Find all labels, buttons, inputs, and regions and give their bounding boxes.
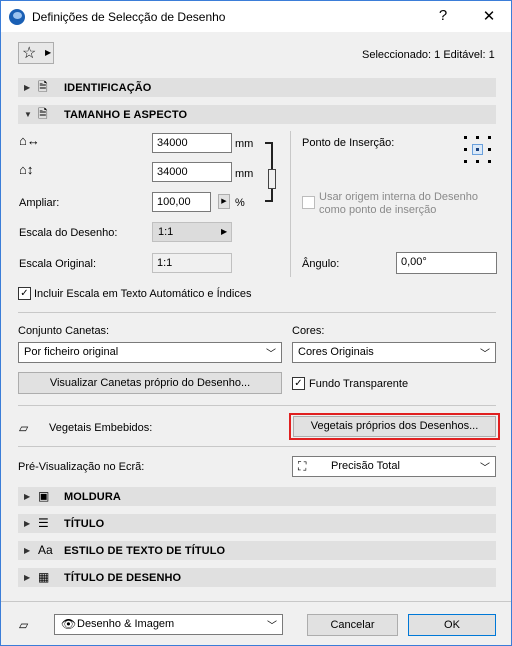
transparent-background-checkbox[interactable]: ✓ [292,377,305,390]
drawing-fills-button[interactable]: Vegetais próprios dos Desenhos... [293,416,496,437]
width-input[interactable]: 34000 [152,133,232,153]
zoom-stepper-arrow[interactable]: ▶ [218,194,230,209]
use-origin-checkbox[interactable] [302,196,315,209]
height-input[interactable]: 34000 [152,162,232,182]
expand-arrow-icon: ▶ [24,546,31,555]
section-drawing-title-label: TÍTULO DE DESENHO [64,572,182,584]
drawing-title-icon: ▦ [38,570,50,584]
chevron-down-icon: ﹀ [266,349,276,360]
zoom-input[interactable]: 100,00 [152,192,211,212]
drawing-scale-value: 1:1 [158,226,174,238]
size-aspect-icon: 🗎 [38,107,48,121]
colors-value: Cores Originais [298,346,374,358]
angle-label: Ângulo: [302,258,340,270]
layer-value: Desenho & Imagem [77,618,175,630]
penset-label: Conjunto Canetas: [18,325,110,337]
section-size-label: TAMANHO E ASPECTO [64,109,188,121]
selection-count: Seleccionado: 1 Editável: 1 [362,49,495,61]
divider [18,446,496,447]
text-style-icon: Aa [38,543,53,557]
screen-preview-label: Pré-Visualização no Ecrã: [18,461,145,473]
vertical-divider [290,131,291,277]
archicad-app-icon [9,9,25,25]
colors-select[interactable]: Cores Originais ﹀ [292,342,496,363]
drawing-scale-label: Escala do Desenho: [19,227,118,239]
width-unit: mm [235,138,254,150]
angle-input[interactable]: 0,00° [396,252,497,274]
section-title[interactable]: ▶ ☰ TÍTULO [18,514,496,533]
section-title-text-style[interactable]: ▶ Aa ESTILO DE TEXTO DE TÍTULO [18,541,496,560]
anchor-point-grid[interactable] [463,135,493,165]
zoom-label: Ampliar: [19,197,60,209]
title-icon: ☰ [38,516,49,530]
layer-icon: ▱ [19,618,29,632]
height-icon: ⌂↕ [19,162,34,177]
use-origin-label: Usar origem interna do Desenho como pont… [319,191,478,216]
cancel-button[interactable]: Cancelar [307,614,398,636]
close-button[interactable]: ✕ [479,7,499,25]
identification-icon: 🗎 [38,80,48,94]
colors-label: Cores: [292,325,325,337]
section-title-style-label: ESTILO DE TEXTO DE TÍTULO [64,545,226,557]
transparent-background-label: Fundo Transparente [309,378,409,390]
eye-icon: 👁 [61,617,77,631]
title-bar: Definições de Selecção de Desenho ? ✕ [1,1,511,32]
drawing-scale-select[interactable]: 1:1 ▶ [152,222,232,242]
chain-link-icon[interactable] [268,169,276,189]
favorites-button[interactable]: ☆ ▶ [18,42,54,64]
embedded-fills-label: Vegetais Embebidos: [49,422,153,434]
divider [18,405,496,406]
original-scale-label: Escala Original: [19,258,97,270]
selected-anchor[interactable] [472,144,483,155]
zoom-unit: % [235,197,245,209]
penset-select[interactable]: Por ficheiro original ﹀ [18,342,282,363]
section-identification-label: IDENTIFICAÇÃO [64,82,152,94]
chevron-down-icon: ﹀ [267,621,277,632]
chevron-down-icon: ﹀ [480,349,490,360]
include-scale-checkbox[interactable]: ✓ [18,287,31,300]
expand-arrow-icon: ▶ [24,492,31,501]
section-frame[interactable]: ▶ ▣ MOLDURA [18,487,496,506]
screen-preview-select[interactable]: ⛶ Precisão Total ﹀ [292,456,496,477]
section-size-aspect[interactable]: ▼ 🗎 TAMANHO E ASPECTO [18,105,496,124]
dialog-window: Definições de Selecção de Desenho ? ✕ ☆ … [0,0,512,646]
chevron-right-icon: ▶ [45,48,52,57]
width-icon: ⌂↔ [19,133,40,148]
chevron-down-icon: ﹀ [480,463,490,474]
section-drawing-title[interactable]: ▶ ▦ TÍTULO DE DESENHO [18,568,496,587]
expand-arrow-icon: ▶ [24,83,31,92]
anchor-point-label: Ponto de Inserção: [302,137,395,149]
fill-icon: ▱ [19,421,29,435]
height-unit: mm [235,168,254,180]
help-button[interactable]: ? [433,7,453,24]
chevron-right-icon: ▶ [221,227,228,236]
precision-icon: ⛶ [298,459,307,473]
view-drawing-pens-button[interactable]: Visualizar Canetas próprio do Desenho... [18,372,282,394]
ok-button[interactable]: OK [408,614,496,636]
original-scale-field: 1:1 [152,253,232,273]
expand-arrow-icon: ▶ [24,573,31,582]
frame-icon: ▣ [38,489,50,503]
expand-arrow-icon: ▶ [24,519,31,528]
screen-preview-value: Precisão Total [331,460,400,472]
footer-divider [1,601,511,602]
divider [18,312,496,313]
window-title: Definições de Selecção de Desenho [32,10,226,24]
section-frame-label: MOLDURA [64,491,121,503]
include-scale-label: Incluir Escala em Texto Automático e Índ… [34,288,252,300]
star-icon: ☆ [22,45,37,62]
layer-select[interactable]: 👁 Desenho & Imagem ﹀ [54,614,283,635]
collapse-arrow-icon: ▼ [24,110,32,119]
section-identification[interactable]: ▶ 🗎 IDENTIFICAÇÃO [18,78,496,97]
penset-value: Por ficheiro original [24,346,119,358]
section-title-label: TÍTULO [64,518,105,530]
